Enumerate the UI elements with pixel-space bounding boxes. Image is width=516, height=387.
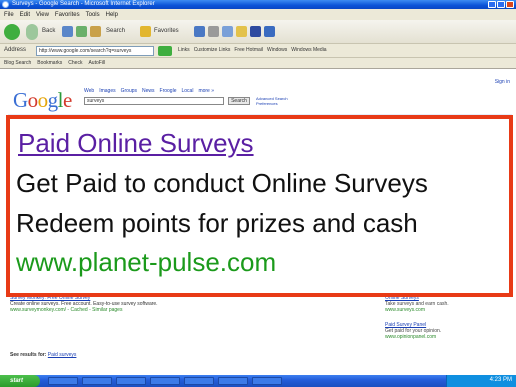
print-icon[interactable]	[222, 26, 233, 37]
google-logo[interactable]: Google	[13, 88, 72, 113]
maximize-button[interactable]	[497, 1, 505, 8]
taskbar-item[interactable]	[48, 377, 78, 385]
taskbar-item[interactable]	[116, 377, 146, 385]
taskbar-item[interactable]	[150, 377, 180, 385]
menu-edit[interactable]: Edit	[20, 12, 30, 18]
favorites-icon[interactable]	[140, 26, 151, 37]
nav-news[interactable]: News	[142, 88, 155, 94]
stop-icon[interactable]	[62, 26, 73, 37]
forward-button[interactable]	[26, 24, 38, 40]
ie-icon	[2, 1, 9, 8]
start-button[interactable]: start	[0, 375, 40, 387]
refresh-icon[interactable]	[76, 26, 87, 37]
links-bar: Links Customize Links Free Hotmail Windo…	[178, 47, 327, 53]
address-label: Address	[4, 47, 27, 53]
links-label: Links	[178, 47, 190, 53]
nav-groups[interactable]: Groups	[121, 88, 137, 94]
menu-bar: File Edit View Favorites Tools Help	[0, 9, 516, 20]
bookmark-bookmarks[interactable]: Bookmarks	[37, 60, 62, 66]
mail-icon[interactable]	[208, 26, 219, 37]
minimize-button[interactable]	[488, 1, 496, 8]
menu-file[interactable]: File	[4, 12, 14, 18]
search-label[interactable]: Search	[106, 28, 125, 34]
back-label: Back	[42, 28, 56, 34]
ad-description-line-2: Redeem points for prizes and cash	[16, 208, 418, 238]
window-controls	[488, 1, 514, 8]
window-title: Surveys - Google Search - Microsoft Inte…	[12, 1, 155, 7]
menu-favorites[interactable]: Favorites	[55, 12, 80, 18]
ad-title-link[interactable]: Paid Online Surveys	[18, 128, 254, 159]
google-toolbar: Blog Search Bookmarks Check AutoFill	[0, 58, 516, 69]
result-url[interactable]: www.surveymonkey.com/ - Cached - Similar…	[10, 307, 158, 313]
see-results: See results for: Paid surveys	[10, 352, 77, 358]
back-button[interactable]	[4, 24, 20, 40]
edit-icon[interactable]	[236, 26, 247, 37]
ad-display-url[interactable]: www.planet-pulse.com	[16, 247, 276, 278]
search-options: Advanced Search Preferences	[256, 96, 288, 106]
bookmark-autofill[interactable]: AutoFill	[88, 60, 105, 66]
toolbar: Back Search Favorites	[0, 20, 516, 44]
nav-web[interactable]: Web	[84, 88, 94, 94]
research-icon[interactable]	[264, 26, 275, 37]
bookmark-blog-search[interactable]: Blog Search	[4, 60, 31, 66]
sponsored-link: Paid Survey Panel Get paid for your opin…	[385, 322, 441, 340]
preferences-link[interactable]: Preferences	[256, 101, 288, 106]
ad-description-line-1: Get Paid to conduct Online Surveys	[16, 168, 428, 198]
sponsored-link: Online Surveys Take surveys and earn cas…	[385, 295, 449, 313]
title-bar: Surveys - Google Search - Microsoft Inte…	[0, 0, 516, 9]
taskbar: start 4:23 PM	[0, 375, 516, 387]
home-icon[interactable]	[90, 26, 101, 37]
taskbar-item[interactable]	[218, 377, 248, 385]
close-button[interactable]	[506, 1, 514, 8]
browser-window: Surveys - Google Search - Microsoft Inte…	[0, 0, 516, 387]
search-result: Survey Monkey: Free Online Survey Create…	[10, 295, 158, 313]
nav-local[interactable]: Local	[181, 88, 193, 94]
history-icon[interactable]	[194, 26, 205, 37]
bookmark-check[interactable]: Check	[68, 60, 82, 66]
google-nav: Web Images Groups News Froogle Local mor…	[84, 88, 214, 94]
taskbar-item[interactable]	[252, 377, 282, 385]
search-input[interactable]: surveys	[84, 97, 224, 105]
address-input[interactable]: http://www.google.com/search?q=surveys	[36, 46, 154, 56]
menu-tools[interactable]: Tools	[86, 12, 100, 18]
taskbar-item[interactable]	[184, 377, 214, 385]
favorites-label[interactable]: Favorites	[154, 28, 179, 34]
sign-in-link[interactable]: Sign in	[495, 79, 510, 85]
nav-more[interactable]: more »	[198, 88, 214, 94]
messenger-icon[interactable]	[250, 26, 261, 37]
search-button[interactable]: Search	[228, 97, 250, 105]
nav-froogle[interactable]: Froogle	[160, 88, 177, 94]
clock: 4:23 PM	[489, 377, 512, 383]
ad-link-url[interactable]: www.opinionpanel.com	[385, 334, 441, 340]
link-hotmail[interactable]: Free Hotmail	[234, 47, 263, 53]
link-customize[interactable]: Customize Links	[194, 47, 231, 53]
menu-help[interactable]: Help	[106, 12, 118, 18]
address-bar: Address http://www.google.com/search?q=s…	[0, 44, 516, 58]
link-windows[interactable]: Windows	[267, 47, 287, 53]
menu-view[interactable]: View	[36, 12, 49, 18]
nav-images[interactable]: Images	[99, 88, 115, 94]
ad-link-url[interactable]: www.surveys.com	[385, 307, 449, 313]
taskbar-item[interactable]	[82, 377, 112, 385]
ad-highlight-box: Paid Online Surveys Get Paid to conduct …	[6, 115, 513, 297]
system-tray: 4:23 PM	[446, 375, 516, 387]
link-windows-media[interactable]: Windows Media	[291, 47, 326, 53]
see-results-link[interactable]: Paid surveys	[48, 352, 77, 358]
go-button[interactable]	[158, 46, 172, 56]
